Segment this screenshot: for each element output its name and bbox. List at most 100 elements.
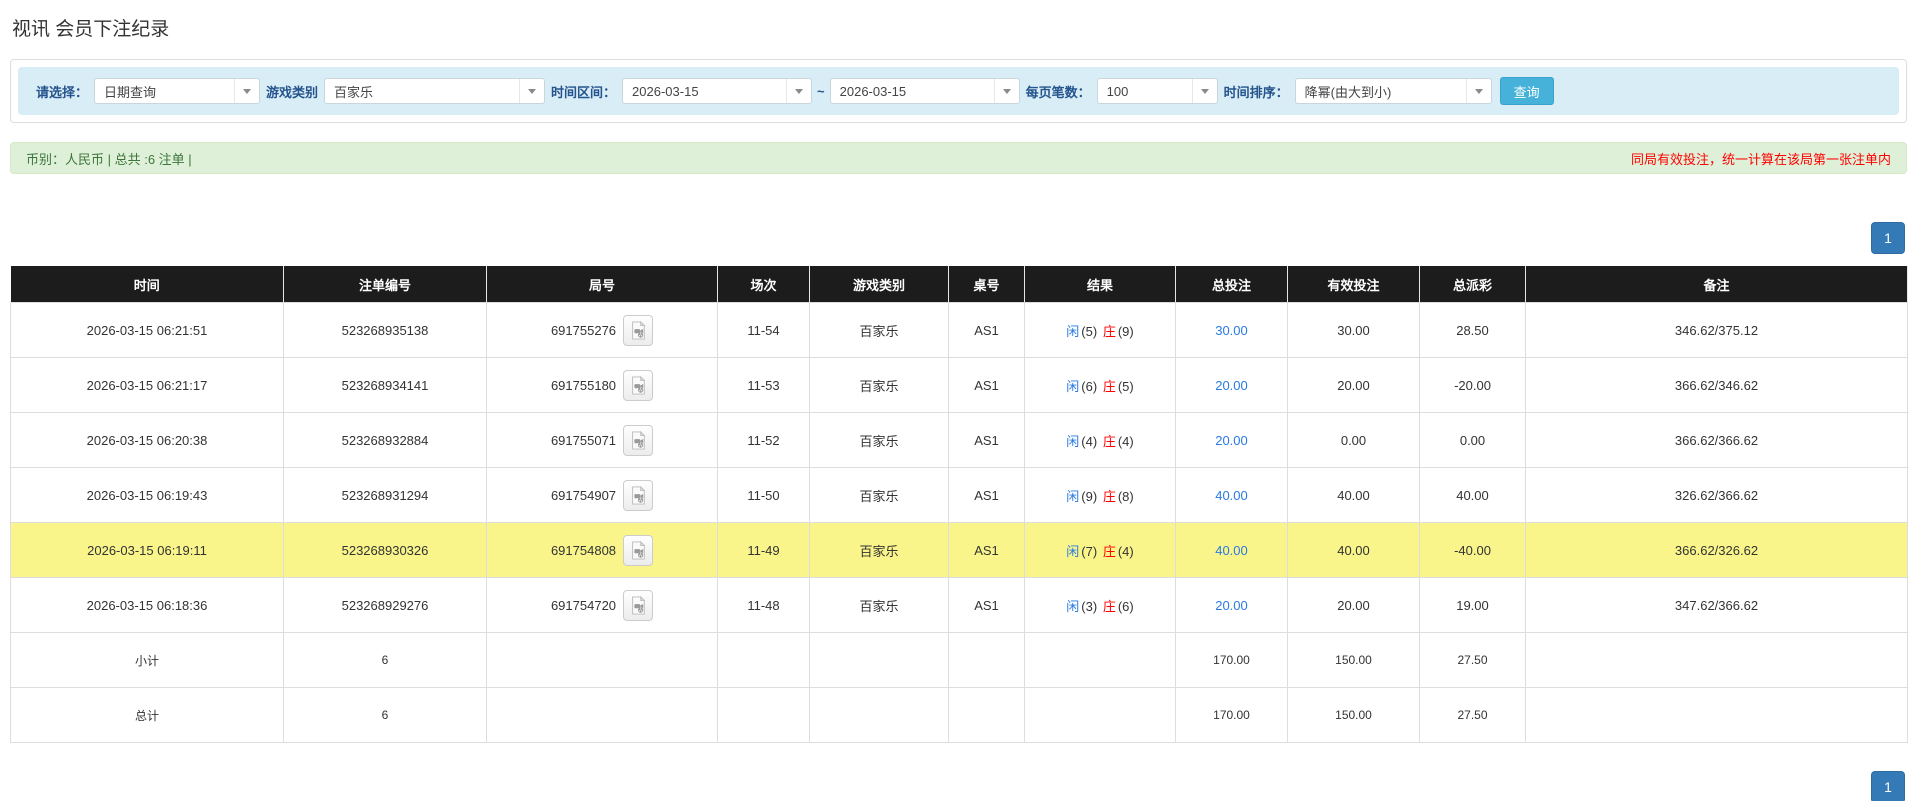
cell-bet-id: 523268935138	[283, 302, 487, 358]
subtotal-empty	[486, 632, 718, 688]
total-valid-bet: 150.00	[1287, 687, 1420, 743]
result-banker-score: (4)	[1117, 543, 1134, 559]
result-player-score: (6)	[1081, 378, 1098, 394]
chevron-down-icon	[786, 79, 811, 103]
total-bet-link[interactable]: 20.00	[1215, 433, 1248, 448]
cell-result: 闲 (6) 庄 (5)	[1024, 357, 1176, 413]
total-empty	[1024, 687, 1176, 743]
video-replay-button[interactable]	[623, 534, 654, 566]
table-row: 2026-03-15 06:19:43 523268931294 6917549…	[10, 467, 1908, 523]
video-replay-button[interactable]	[623, 589, 654, 621]
result-player: 闲	[1066, 323, 1080, 339]
total-empty	[717, 687, 810, 743]
pagination-bottom: 1	[10, 771, 1905, 801]
total-bet-link[interactable]: 20.00	[1215, 378, 1248, 393]
cell-session: 11-52	[717, 412, 810, 468]
date-to-value: 2026-03-15	[839, 83, 907, 99]
search-button[interactable]: 查询	[1499, 77, 1554, 105]
table-row: 2026-03-15 06:21:17 523268934141 6917551…	[10, 357, 1908, 413]
date-to-select[interactable]: 2026-03-15	[829, 78, 1020, 104]
video-file-icon	[632, 595, 646, 614]
cell-total-bet: 40.00	[1175, 467, 1288, 523]
header-result: 结果	[1024, 266, 1176, 303]
cell-payout: 28.50	[1419, 302, 1526, 358]
result-player: 闲	[1066, 543, 1080, 559]
cell-result: 闲 (3) 庄 (6)	[1024, 577, 1176, 633]
cell-remark: 366.62/346.62	[1525, 357, 1908, 413]
video-replay-button[interactable]	[623, 479, 654, 511]
cell-round-id: 691754907	[486, 467, 718, 523]
cell-bet-id: 523268930326	[283, 522, 487, 578]
total-bet-link[interactable]: 40.00	[1215, 488, 1248, 503]
total-total-bet: 170.00	[1175, 687, 1288, 743]
video-replay-button[interactable]	[623, 314, 654, 346]
query-type-select[interactable]: 日期查询	[94, 78, 261, 104]
cell-payout: -20.00	[1419, 357, 1526, 413]
video-replay-button[interactable]	[623, 369, 654, 401]
time-sort-label: 时间排序：	[1223, 84, 1289, 100]
result-banker-score: (6)	[1117, 598, 1134, 614]
chevron-down-icon	[993, 79, 1019, 103]
cell-time: 2026-03-15 06:18:36	[10, 577, 284, 633]
table-row: 2026-03-15 06:18:36 523268929276 6917547…	[10, 577, 1908, 633]
total-empty	[948, 687, 1025, 743]
video-file-icon	[632, 375, 646, 394]
total-bet-link[interactable]: 30.00	[1215, 323, 1248, 338]
cell-bet-id: 523268931294	[283, 467, 487, 523]
cell-total-bet: 20.00	[1175, 357, 1288, 413]
header-session: 场次	[717, 266, 810, 303]
chevron-down-icon	[1465, 79, 1491, 103]
cell-total-bet: 20.00	[1175, 412, 1288, 468]
table-row: 2026-03-15 06:21:51 523268935138 6917552…	[10, 302, 1908, 358]
time-sort-select[interactable]: 降幂(由大到小)	[1294, 78, 1492, 104]
total-bet-link[interactable]: 20.00	[1215, 598, 1248, 613]
page-size-value: 100	[1106, 83, 1129, 99]
cell-round-id: 691755180	[486, 357, 718, 413]
subtotal-empty	[948, 632, 1025, 688]
cell-round-id: 691754808	[486, 522, 718, 578]
cell-valid-bet: 0.00	[1287, 412, 1420, 468]
total-empty	[1525, 687, 1908, 743]
subtotal-empty	[1024, 632, 1176, 688]
date-from-select[interactable]: 2026-03-15	[622, 78, 813, 104]
time-sort-value: 降幂(由大到小)	[1304, 84, 1392, 100]
round-number: 691755071	[550, 432, 617, 448]
cell-time: 2026-03-15 06:19:11	[10, 522, 284, 578]
total-count: 6	[283, 687, 487, 743]
table-row: 2026-03-15 06:20:38 523268932884 6917550…	[10, 412, 1908, 468]
cell-table-no: AS1	[948, 577, 1025, 633]
page-size-select[interactable]: 100	[1096, 78, 1218, 104]
header-time: 时间	[10, 266, 284, 303]
total-bet-link[interactable]: 40.00	[1215, 543, 1248, 558]
video-file-icon	[632, 485, 646, 504]
cell-remark: 366.62/326.62	[1525, 522, 1908, 578]
page-title: 视讯 会员下注纪录	[12, 19, 170, 40]
cell-remark: 347.62/366.62	[1525, 577, 1908, 633]
game-type-value: 百家乐	[334, 84, 374, 100]
game-type-select[interactable]: 百家乐	[324, 78, 546, 104]
cell-valid-bet: 30.00	[1287, 302, 1420, 358]
total-empty	[486, 687, 718, 743]
cell-result: 闲 (7) 庄 (4)	[1024, 522, 1176, 578]
summary-info-bar: 币别：人民币 | 总共 :6 注单 | 同局有效投注，统一计算在该局第一张注单内	[10, 142, 1907, 174]
page-1-button[interactable]: 1	[1871, 222, 1905, 254]
page-1-button[interactable]: 1	[1871, 771, 1905, 801]
cell-table-no: AS1	[948, 467, 1025, 523]
cell-bet-id: 523268932884	[283, 412, 487, 468]
result-banker-score: (4)	[1117, 433, 1134, 449]
cell-payout: 19.00	[1419, 577, 1526, 633]
result-player: 闲	[1066, 433, 1080, 449]
cell-total-bet: 20.00	[1175, 577, 1288, 633]
time-range-label: 时间区间：	[551, 84, 617, 100]
result-banker-score: (8)	[1117, 488, 1134, 504]
subtotal-label: 小计	[10, 632, 284, 688]
page-size-label: 每页笔数：	[1025, 84, 1091, 100]
date-from-value: 2026-03-15	[632, 83, 699, 99]
video-file-icon	[632, 320, 646, 339]
video-replay-button[interactable]	[623, 424, 654, 456]
filter-panel: 请选择： 日期查询 游戏类别 百家乐 时间区间： 2026-03-15 ~ 20…	[10, 59, 1907, 123]
currency-total-text: 币别：人民币 | 总共 :6 注单 |	[26, 151, 192, 167]
subtotal-count: 6	[283, 632, 487, 688]
header-remark: 备注	[1525, 266, 1908, 303]
cell-game-type: 百家乐	[809, 302, 949, 358]
